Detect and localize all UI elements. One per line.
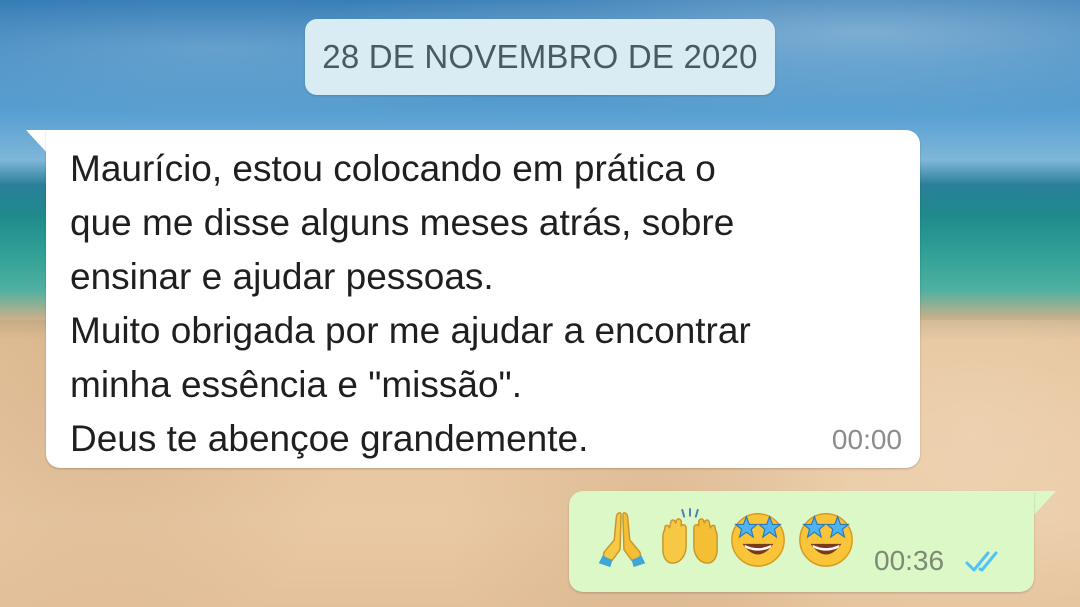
star-struck-icon bbox=[731, 513, 785, 567]
message-line: que me disse alguns meses atrás, sobre bbox=[70, 202, 735, 243]
incoming-message-bubble[interactable]: Maurício, estou colocando em prática o q… bbox=[46, 130, 920, 468]
message-line: ensinar e ajudar pessoas. bbox=[70, 256, 494, 297]
folded-hands-icon bbox=[598, 512, 646, 568]
date-separator: 28 DE NOVEMBRO DE 2020 bbox=[305, 19, 775, 95]
message-line: Deus te abençoe grandemente. bbox=[70, 418, 589, 459]
star-struck-icon bbox=[799, 513, 853, 567]
message-timestamp: 00:36 bbox=[874, 545, 945, 576]
outgoing-message-bubble[interactable]: 00:36 bbox=[569, 491, 1034, 592]
emoji-row bbox=[591, 507, 857, 569]
incoming-message-text: Maurício, estou colocando em prática o q… bbox=[70, 142, 751, 466]
message-line: minha essência e "missão". bbox=[70, 364, 522, 405]
incoming-bubble-tail bbox=[26, 130, 48, 154]
raising-hands-icon bbox=[662, 507, 718, 564]
message-timestamp: 00:00 bbox=[831, 424, 902, 455]
message-line: Muito obrigada por me ajudar a encontrar bbox=[70, 310, 751, 351]
message-line: Maurício, estou colocando em prática o bbox=[70, 148, 716, 189]
outgoing-bubble-tail bbox=[1034, 491, 1056, 515]
read-receipt-icon bbox=[965, 551, 998, 572]
date-separator-text: 28 DE NOVEMBRO DE 2020 bbox=[322, 38, 758, 75]
